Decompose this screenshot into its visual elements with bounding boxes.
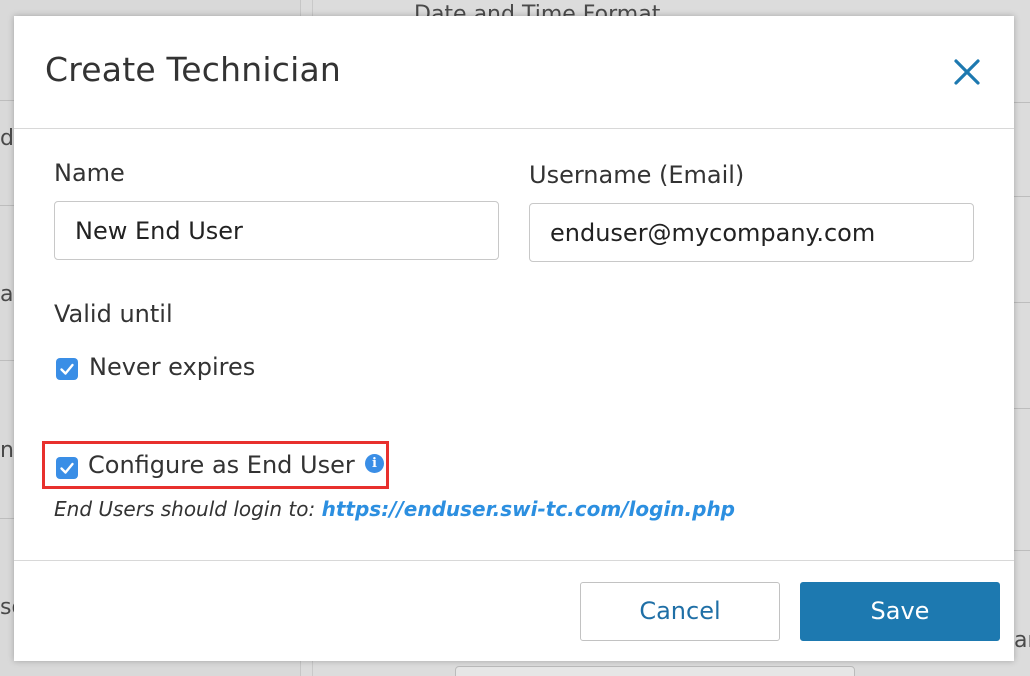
dialog-title: Create Technician (45, 50, 341, 89)
never-expires-checkbox[interactable] (56, 358, 78, 380)
login-hint-text: End Users should login to: (54, 497, 316, 521)
name-label: Name (54, 159, 125, 187)
close-icon (954, 59, 980, 85)
footer-divider (14, 560, 1014, 561)
checkmark-icon (60, 462, 74, 474)
dialog-header: Create Technician (14, 16, 1014, 129)
info-icon[interactable]: i (365, 454, 384, 473)
valid-until-label: Valid until (54, 300, 173, 328)
create-technician-dialog: Create Technician Name Username (Email) … (14, 16, 1014, 661)
name-input[interactable] (54, 201, 499, 260)
end-user-login-hint: End Users should login to: https://endus… (54, 497, 735, 521)
background-field (455, 666, 855, 676)
cancel-button[interactable]: Cancel (580, 582, 780, 641)
configure-end-user-label: Configure as End User (88, 451, 355, 479)
checkmark-icon (60, 363, 74, 375)
configure-end-user-checkbox[interactable] (56, 457, 78, 479)
save-button[interactable]: Save (800, 582, 1000, 641)
username-label: Username (Email) (529, 161, 745, 189)
close-button[interactable] (951, 56, 983, 88)
end-user-login-link[interactable]: https://enduser.swi-tc.com/login.php (322, 497, 735, 521)
background-text-fragment: ar (1014, 628, 1030, 653)
username-input[interactable] (529, 203, 974, 262)
never-expires-label: Never expires (89, 353, 256, 381)
